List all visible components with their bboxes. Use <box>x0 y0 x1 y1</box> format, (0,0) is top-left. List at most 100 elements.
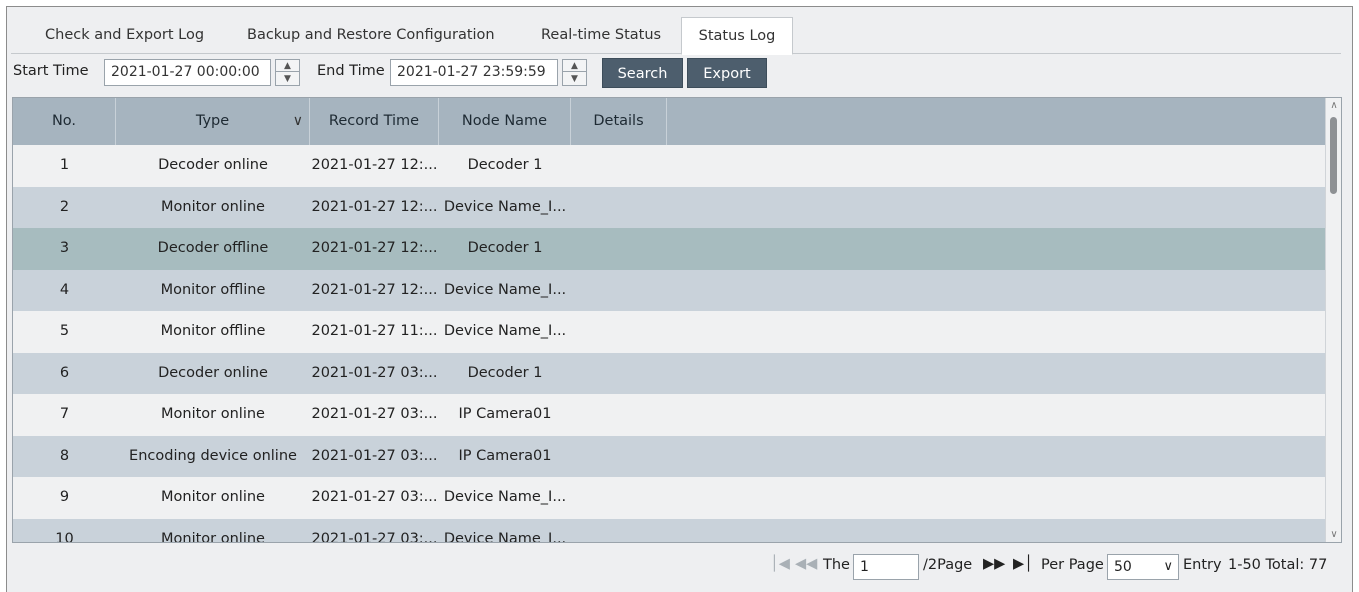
start-time-label: Start Time <box>13 63 89 79</box>
table-row[interactable]: 2 Monitor online 2021-01-27 12:... Device N… <box>13 186 1327 229</box>
cell-type: Monitor offline <box>160 281 266 298</box>
spin-up-icon[interactable]: ▲ <box>276 60 299 72</box>
start-time-input[interactable]: 2021-01-27 00:00:00 <box>104 59 271 86</box>
cell-node: Decoder 1 <box>467 364 543 381</box>
end-time-input[interactable]: 2021-01-27 23:59:59 <box>390 59 558 86</box>
cell-time: 2021-01-27 11:... <box>311 323 438 339</box>
chevron-down-icon[interactable]: ∨ <box>293 98 303 145</box>
cell-details <box>571 270 667 312</box>
next-page-icon[interactable]: ▶▶ <box>983 556 1005 572</box>
tab-realtime-status[interactable]: Real-time Status <box>541 17 661 54</box>
scroll-down-icon[interactable]: ∨ <box>1326 529 1341 540</box>
table-row[interactable]: 5 Monitor offline 2021-01-27 11:... Device … <box>13 311 1327 353</box>
cell-details <box>571 436 667 478</box>
cell-details <box>571 228 667 270</box>
cell-time: 2021-01-27 03:... <box>311 530 438 543</box>
cell-no: 3 <box>59 240 70 256</box>
table-row[interactable]: 7 Monitor online 2021-01-27 03:... IP Camer… <box>13 394 1327 436</box>
table-row[interactable]: 4 Monitor offline 2021-01-27 12:... Device … <box>13 269 1327 312</box>
cell-type: Decoder offline <box>157 240 269 256</box>
col-record-time[interactable]: Record Time <box>310 98 439 145</box>
cell-node: IP Camera01 <box>458 447 552 464</box>
cell-type: Monitor online <box>161 530 265 543</box>
col-type-label: Type <box>195 113 230 129</box>
per-page-label: Per Page <box>1041 557 1104 573</box>
cell-node: Device Name_I... <box>443 323 567 339</box>
table-header: No. Type ∨ Record Time Node Name Details <box>13 98 1327 145</box>
tab-bar: Check and Export Log Backup and Restore … <box>11 17 1341 55</box>
col-details[interactable]: Details <box>571 98 667 145</box>
cell-no: 10 <box>55 530 74 543</box>
end-time-spinner[interactable]: ▲ ▼ <box>562 59 587 86</box>
cell-type: Decoder online <box>158 157 268 173</box>
cell-node: Device Name_I... <box>443 530 567 543</box>
cell-type: Monitor offline <box>160 323 266 339</box>
cell-node: Device Name_I... <box>443 281 567 298</box>
first-page-icon[interactable]: │◀ <box>770 556 790 572</box>
cell-time: 2021-01-27 12:... <box>311 281 438 298</box>
cell-node: Device Name_I... <box>443 489 567 505</box>
entry-summary: 1-50 Total: 77 <box>1228 557 1328 573</box>
cell-time: 2021-01-27 12:... <box>311 157 438 173</box>
page-number-input[interactable]: 1 <box>853 554 919 580</box>
scroll-up-icon[interactable]: ∧ <box>1326 100 1341 111</box>
prev-page-icon[interactable]: ◀◀ <box>795 556 817 572</box>
tab-backup-restore[interactable]: Backup and Restore Configuration <box>247 17 495 54</box>
col-type[interactable]: Type ∨ <box>116 98 310 145</box>
cell-no: 6 <box>59 364 70 381</box>
table-row[interactable]: 9 Monitor online 2021-01-27 03:... Device N… <box>13 477 1327 519</box>
cell-details <box>571 353 667 395</box>
cell-node: Decoder 1 <box>467 157 543 173</box>
cell-no: 5 <box>59 323 70 339</box>
last-page-icon[interactable]: ▶│ <box>1013 556 1033 572</box>
cell-type: Encoding device online <box>129 447 297 464</box>
cell-details <box>571 187 667 229</box>
spin-down-icon[interactable]: ▼ <box>563 73 586 85</box>
cell-node: IP Camera01 <box>458 406 552 422</box>
cell-node: Device Name_I... <box>443 198 567 215</box>
cell-no: 9 <box>59 489 70 505</box>
cell-no: 2 <box>59 198 70 215</box>
spin-up-icon[interactable]: ▲ <box>563 60 586 72</box>
cell-no: 7 <box>59 406 70 422</box>
table-row[interactable]: 8 Encoding device online 2021-01-27 03:...… <box>13 435 1327 478</box>
cell-time: 2021-01-27 03:... <box>311 447 438 464</box>
cell-details <box>571 311 667 353</box>
tab-status-log[interactable]: Status Log <box>681 17 793 55</box>
table-row[interactable]: 1 Decoder online 2021-01-27 12:... Decoder … <box>13 145 1327 187</box>
status-log-table: No. Type ∨ Record Time Node Name Details… <box>12 97 1342 543</box>
per-page-value: 50 <box>1114 559 1132 575</box>
cell-time: 2021-01-27 12:... <box>311 240 438 256</box>
cell-no: 4 <box>59 281 70 298</box>
cell-details <box>571 477 667 519</box>
chevron-down-icon[interactable]: ∨ <box>1163 555 1173 579</box>
cell-node: Decoder 1 <box>467 240 543 256</box>
cell-type: Monitor online <box>161 489 265 505</box>
tab-check-export-log[interactable]: Check and Export Log <box>45 17 204 54</box>
cell-time: 2021-01-27 03:... <box>311 364 438 381</box>
table-row[interactable]: 10 Monitor online 2021-01-27 03:... Device … <box>13 518 1327 543</box>
spin-down-icon[interactable]: ▼ <box>276 73 299 85</box>
end-time-label: End Time <box>317 63 385 79</box>
pagination: │◀ ◀◀ The 1 /2Page ▶▶ ▶│ Per Page 50 ∨ E… <box>0 553 1359 583</box>
search-button[interactable]: Search <box>602 58 683 88</box>
cell-type: Monitor online <box>161 406 265 422</box>
col-node-name[interactable]: Node Name <box>439 98 571 145</box>
per-page-select[interactable]: 50 ∨ <box>1107 554 1179 580</box>
col-no[interactable]: No. <box>13 98 116 145</box>
cell-time: 2021-01-27 12:... <box>311 198 438 215</box>
table-row[interactable]: 6 Decoder online 2021-01-27 03:... Decoder … <box>13 352 1327 395</box>
scroll-thumb[interactable] <box>1330 117 1337 194</box>
start-time-spinner[interactable]: ▲ ▼ <box>275 59 300 86</box>
cell-details <box>571 519 667 543</box>
cell-details <box>571 145 667 187</box>
page-the-label: The <box>823 557 850 573</box>
page-count-label: /2Page <box>923 557 973 573</box>
cell-no: 1 <box>59 157 70 173</box>
cell-time: 2021-01-27 03:... <box>311 489 438 505</box>
table-row[interactable]: 3 Decoder offline 2021-01-27 12:... Decoder… <box>13 228 1327 270</box>
cell-type: Monitor online <box>161 198 265 215</box>
vertical-scrollbar[interactable]: ∧ ∨ <box>1325 98 1341 542</box>
cell-details <box>571 394 667 436</box>
export-button[interactable]: Export <box>687 58 767 88</box>
